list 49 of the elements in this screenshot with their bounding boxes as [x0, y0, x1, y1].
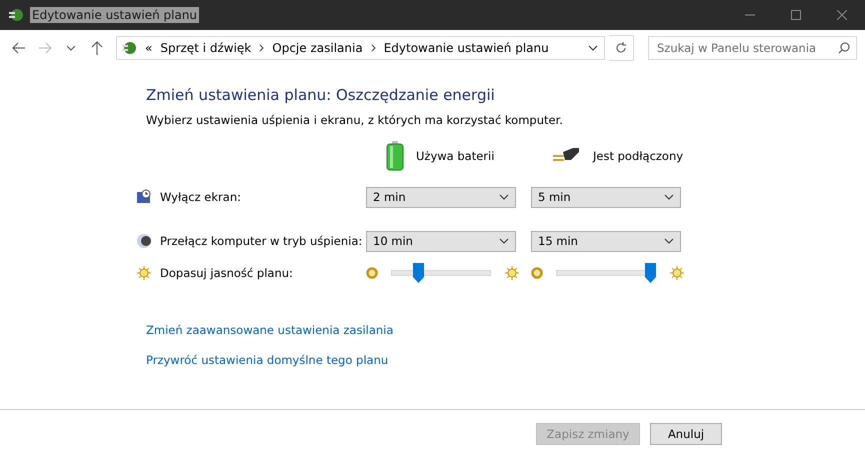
maximize-icon [791, 10, 801, 20]
moon-icon [136, 233, 152, 249]
battery-icon [386, 141, 404, 171]
bright-brightness-icon [669, 265, 685, 281]
dropdown[interactable]: 5 min [531, 186, 681, 208]
setting-label: Dopasuj jasność planu: [160, 266, 293, 280]
search-icon [838, 42, 850, 54]
link[interactable]: Zmień zaawansowane ustawienia zasilania [146, 323, 394, 337]
overflow-crumb[interactable]: « [145, 41, 152, 55]
refresh-button[interactable] [609, 35, 634, 61]
slider-thumb[interactable] [412, 263, 424, 283]
slider-thumb[interactable] [645, 263, 656, 283]
chevron-down-icon [664, 194, 674, 200]
monitor-clock-icon [136, 189, 152, 205]
window-title: Edytowanie ustawień planu [30, 7, 200, 23]
address-bar[interactable]: « Sprzęt i dźwięk Opcje zasilania Edytowanie ustawień planu [116, 36, 605, 60]
cancel-button[interactable]: Anuluj [650, 423, 722, 445]
dropdown[interactable]: 15 min [531, 230, 681, 252]
sun-icon [136, 265, 152, 281]
arrow-up-icon [91, 41, 103, 55]
breadcrumb[interactable]: Edytowanie ustawień planu [384, 41, 549, 55]
power-options-icon [121, 40, 137, 56]
setting-label: Wyłącz ekran: [160, 190, 241, 204]
close-icon [837, 10, 847, 20]
dropdown[interactable]: 2 min [366, 186, 516, 208]
chevron-down-icon [588, 45, 598, 51]
arrow-left-icon [12, 42, 26, 54]
chevron-down-icon [664, 238, 674, 244]
refresh-icon [615, 42, 627, 54]
arrow-right-icon [38, 42, 52, 54]
dim-brightness-icon [531, 267, 543, 279]
power-options-icon [8, 7, 24, 23]
bright-brightness-icon [504, 265, 520, 281]
link[interactable]: Przywróć ustawienia domyślne tego planu [146, 353, 388, 367]
breadcrumb[interactable]: Sprzęt i dźwięk [160, 41, 252, 55]
description-text: Wybierz ustawienia uśpienia i ekranu, z których ma korzystać komputer. [146, 113, 564, 127]
chevron-down-icon [67, 46, 75, 50]
setting-label: Przełącz komputer w tryb uśpienia: [160, 234, 362, 248]
column-heading: Używa baterii [416, 149, 494, 163]
search-field[interactable]: Szukaj w Panelu sterowania [648, 36, 857, 60]
breadcrumb[interactable]: Opcje zasilania [272, 41, 363, 55]
page-heading: Zmień ustawienia planu: Oszczędzanie energii [146, 86, 496, 104]
chevron-down-icon [499, 238, 509, 244]
dim-brightness-icon [366, 267, 378, 279]
chevron-right-icon [259, 44, 264, 52]
dropdown[interactable]: 10 min [366, 230, 516, 252]
chevron-down-icon [499, 194, 509, 200]
column-heading: Jest podłączony [593, 149, 684, 163]
chevron-right-icon [370, 44, 376, 52]
